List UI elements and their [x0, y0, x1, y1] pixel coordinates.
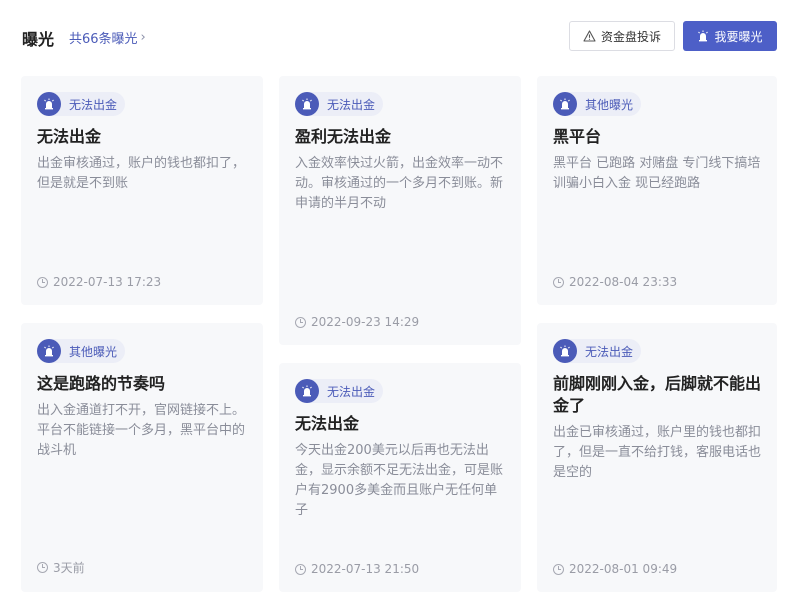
expose-button[interactable]: 我要曝光	[683, 21, 777, 51]
alarm-icon	[37, 339, 61, 363]
card-body: 出金已审核通过，账户里的钱也都扣了，但是一直不给打钱，客服电话也是空的	[553, 425, 762, 480]
card-timestamp: 2022-09-23 14:29	[295, 315, 419, 329]
card-title: 无法出金	[295, 414, 360, 433]
clock-icon	[553, 276, 564, 288]
exposure-card[interactable]: 无法出金 无法出金 出金审核通过，账户的钱也都扣了，但是就是不到账 2022-0…	[21, 76, 263, 305]
expose-button-label: 我要曝光	[714, 29, 763, 44]
warning-icon	[583, 30, 596, 42]
alarm-icon	[553, 92, 577, 116]
card-time-label: 2022-09-23 14:29	[311, 315, 420, 329]
exposure-card[interactable]: 其他曝光 黑平台 黑平台 已跑路 对赌盘 专门线下搞培训骗小白入金 现已经跑路 …	[537, 76, 777, 305]
alarm-icon	[295, 92, 319, 116]
category-tag: 其他曝光	[37, 339, 126, 363]
alarm-icon	[698, 30, 709, 42]
category-tag-label: 无法出金	[327, 97, 376, 112]
card-body: 黑平台 已跑路 对赌盘 专门线下搞培训骗小白入金 现已经跑路	[553, 156, 761, 191]
card-timestamp: 2022-08-04 23:33	[553, 275, 677, 289]
category-tag-label: 无法出金	[327, 384, 376, 399]
card-title: 前脚刚刚入金，后脚就不能出金了	[553, 374, 762, 415]
card-timestamp: 2022-07-13 21:50	[295, 562, 419, 576]
card-body: 今天出金200美元以后再也无法出金，显示余额不足无法出金，可是账户有2900多美…	[295, 443, 504, 518]
card-time-label: 2022-07-13 17:23	[53, 275, 162, 289]
category-tag: 无法出金	[553, 339, 642, 363]
complaint-button[interactable]: 资金盘投诉	[569, 21, 675, 51]
card-title: 盈利无法出金	[295, 127, 392, 146]
clock-icon	[295, 316, 306, 328]
page-header: 曝光 共66条曝光 › 资金盘投诉 我要曝光	[0, 0, 794, 70]
category-tag: 无法出金	[37, 92, 126, 116]
category-tag: 无法出金	[295, 92, 384, 116]
page-title: 曝光	[22, 30, 55, 49]
category-tag-label: 其他曝光	[69, 344, 118, 359]
category-tag-label: 无法出金	[585, 344, 634, 359]
alarm-icon	[295, 379, 319, 403]
clock-icon	[37, 276, 48, 288]
clock-icon	[553, 563, 564, 575]
exposure-card[interactable]: 其他曝光 这是跑路的节奏吗 出入金通道打不开，官网链接不上。平台不能链接一个多月…	[21, 323, 263, 592]
card-title: 这是跑路的节奏吗	[37, 374, 166, 393]
category-tag: 无法出金	[295, 379, 384, 403]
alarm-icon	[37, 92, 61, 116]
complaint-button-label: 资金盘投诉	[600, 29, 661, 44]
exposure-card[interactable]: 无法出金 盈利无法出金 入金效率快过火箭，出金效率一动不动。审核通过的一个多月不…	[279, 76, 521, 345]
chevron-right-icon: ›	[140, 30, 146, 45]
exposure-card[interactable]: 无法出金 前脚刚刚入金，后脚就不能出金了 出金已审核通过，账户里的钱也都扣了，但…	[537, 323, 777, 592]
card-timestamp: 3天前	[37, 559, 85, 576]
card-time-label: 3天前	[53, 561, 85, 575]
card-body: 出入金通道打不开，官网链接不上。平台不能链接一个多月，黑平台中的战斗机	[37, 403, 246, 458]
alarm-icon	[553, 339, 577, 363]
category-tag: 其他曝光	[553, 92, 642, 116]
exposure-count-label: 共66条曝光	[69, 32, 138, 47]
card-time-label: 2022-07-13 21:50	[311, 562, 420, 576]
exposure-card[interactable]: 无法出金 无法出金 今天出金200美元以后再也无法出金，显示余额不足无法出金，可…	[279, 363, 521, 592]
clock-icon	[295, 563, 306, 575]
card-title: 无法出金	[37, 127, 102, 146]
card-timestamp: 2022-07-13 17:23	[37, 275, 161, 289]
card-body: 出金审核通过，账户的钱也都扣了，但是就是不到账	[37, 156, 246, 191]
clock-icon	[37, 562, 48, 573]
card-time-label: 2022-08-01 09:49	[569, 562, 678, 576]
card-title: 黑平台	[553, 127, 602, 146]
category-tag-label: 无法出金	[69, 97, 118, 112]
exposure-count-link[interactable]: 共66条曝光 ›	[69, 28, 146, 47]
card-time-label: 2022-08-04 23:33	[569, 275, 678, 289]
card-timestamp: 2022-08-01 09:49	[553, 562, 677, 576]
card-body: 入金效率快过火箭，出金效率一动不动。审核通过的一个多月不到账。新申请的半月不动	[295, 156, 504, 211]
category-tag-label: 其他曝光	[585, 97, 634, 112]
